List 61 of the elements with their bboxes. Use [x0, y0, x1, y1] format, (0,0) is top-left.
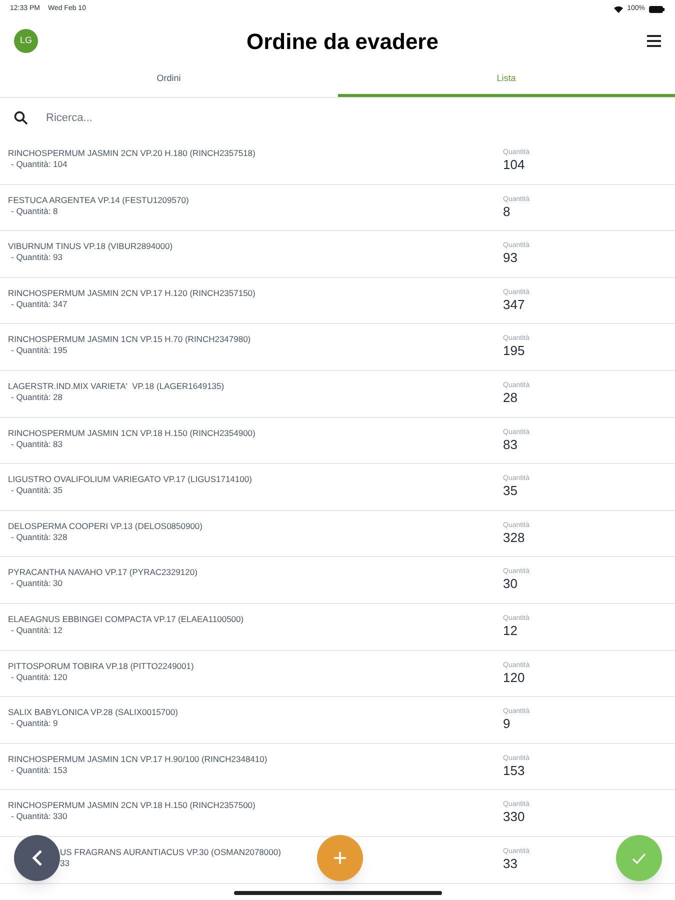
wifi-icon [614, 6, 624, 12]
quantity-value: 12 [503, 622, 518, 639]
search-field[interactable]: Ricerca... [46, 110, 661, 126]
search-icon [14, 111, 28, 125]
page-title: Ordine da evadere [246, 28, 438, 56]
item-quantity-detail: - Quantità: 328 [11, 532, 68, 543]
item-quantity-detail: - Quantità: 153 [11, 764, 68, 776]
back-button[interactable] [14, 835, 60, 881]
item-quantity-detail: - Quantità: 195 [11, 345, 68, 356]
item-name: RINCHOSPERMUM JASMIN 1CN VP.17 H.90/100 (RINCH2348410) [8, 754, 268, 765]
quantity-value: 35 [503, 483, 518, 500]
item-name: US FRAGRANS AURANTIACUS VP.30 (OSMAN2078000) [60, 846, 281, 858]
quantity-value: 120 [503, 670, 525, 686]
item-name: RINCHOSPERMUM JASMIN 1CN VP.18 H.150 (RINCH2354900) [8, 428, 256, 439]
quantity-value: 347 [503, 296, 525, 313]
item-quantity-detail: - Quantità: 35 [11, 485, 63, 496]
user-avatar[interactable]: LG [14, 29, 38, 53]
quantity-value: 153 [503, 762, 525, 779]
quantity-value: 30 [503, 576, 518, 592]
quantity-value: 104 [503, 157, 525, 173]
quantity-value: 9 [503, 716, 510, 732]
item-quantity-detail: 33 [60, 858, 70, 869]
item-quantity-detail: - Quantità: 28 [11, 392, 63, 403]
chevron-left-icon [31, 849, 43, 867]
quantity-value: 83 [503, 436, 518, 453]
item-quantity-detail: - Quantità: 104 [11, 159, 68, 170]
item-quantity-detail: - Quantità: 30 [11, 578, 63, 590]
quantity-value: 195 [503, 343, 525, 360]
quantity-value: 330 [503, 809, 525, 826]
tab[interactable]: Lista [338, 64, 675, 97]
item-name: FESTUCA ARGENTEA VP.14 (FESTU1209570) [8, 194, 189, 206]
quantity-value: 8 [503, 204, 510, 220]
item-name: RINCHOSPERMUM JASMIN 1CN VP.15 H.70 (RINCH2347980) [8, 334, 251, 346]
item-name: LIGUSTRO OVALIFOLIUM VARIEGATO VP.17 (LIGUS1714100) [8, 474, 252, 486]
item-quantity-detail: - Quantità: 330 [11, 811, 68, 822]
item-quantity-detail: - Quantità: 83 [11, 438, 63, 450]
battery-icon [649, 6, 665, 12]
quantity-value: 33 [503, 856, 518, 872]
item-name: VIBURNUM TINUS VP.18 (VIBUR2894000) [8, 241, 173, 252]
item-name: DELOSPERMA COOPERI VP.13 (DELOS0850900) [8, 520, 202, 532]
item-quantity-detail: - Quantità: 8 [11, 206, 58, 217]
item-name: RINCHOSPERMUM JASMIN 2CN VP.17 H.120 (RINCH2357150) [8, 288, 256, 299]
item-quantity-detail: - Quantità: 12 [11, 624, 63, 636]
item-quantity-detail: - Quantità: 120 [11, 672, 68, 683]
plus-icon [333, 851, 347, 865]
item-name: PITTOSPORUM TOBIRA VP.18 (PITTO2249001) [8, 660, 194, 672]
item-name: LAGERSTR.IND.MIX VARIETA' VP.18 (LAGER1649135) [8, 380, 224, 392]
menu-icon[interactable] [646, 35, 661, 47]
item-quantity-detail: - Quantità: 347 [11, 298, 68, 310]
quantity-value: 93 [503, 250, 518, 266]
check-icon [632, 852, 646, 864]
item-name: RINCHOSPERMUM JASMIN 2CN VP.20 H.180 (RINCH2357518) [8, 148, 256, 159]
item-name: PYRACANTHA NAVAHO VP.17 (PYRAC2329120) [8, 567, 198, 578]
item-quantity-detail: - Quantità: 9 [11, 718, 58, 730]
quantity-value: 328 [503, 530, 525, 546]
item-name: SALIX BABYLONICA VP.28 (SALIX0015700) [8, 707, 178, 718]
item-name: RINCHOSPERMUM JASMIN 2CN VP.18 H.150 (RINCH2357500) [8, 800, 256, 812]
quantity-value: 28 [503, 390, 518, 406]
item-quantity-detail: - Quantità: 93 [11, 252, 63, 264]
tab[interactable]: Ordini [0, 64, 338, 97]
item-name: ELAEAGNUS EBBINGEI COMPACTA VP.17 (ELAEA1100500) [8, 614, 244, 625]
